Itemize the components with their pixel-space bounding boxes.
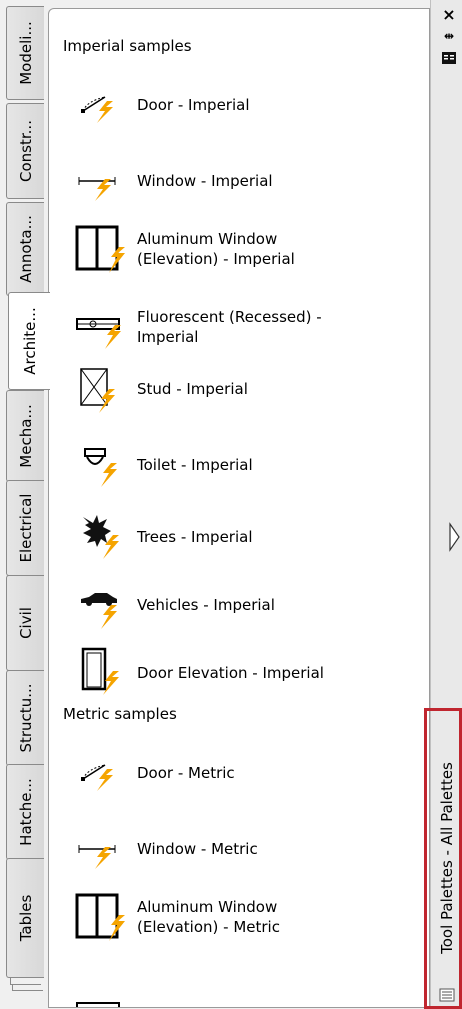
aluminum-window-elevation-icon	[75, 893, 125, 941]
tab-modeling[interactable]: Modeli...	[6, 6, 44, 100]
tool-label: Window - Metric	[137, 840, 258, 858]
tab-label: Modeli...	[16, 21, 35, 85]
palette-tab-strip: Modeli... Constr... Annota... Archite...…	[6, 6, 50, 1006]
tool-aluminum-window-imperial[interactable]: Aluminum Window (Elevation) - Imperial	[75, 225, 405, 275]
tool-door-imperial[interactable]: Door - Imperial	[75, 81, 405, 131]
palette-settings-icon[interactable]	[439, 988, 455, 1002]
tool-label: Door - Metric	[137, 764, 235, 782]
expand-arrow-icon[interactable]	[448, 522, 460, 552]
tool-door-metric[interactable]: Door - Metric	[75, 749, 405, 799]
tab-annotation[interactable]: Annota...	[6, 202, 44, 296]
fluorescent-light-icon	[76, 318, 121, 349]
door-elevation-icon	[81, 647, 119, 695]
properties-menu-icon[interactable]	[440, 50, 458, 66]
tab-label: Constr...	[16, 120, 35, 182]
close-icon[interactable]: ×	[440, 5, 458, 24]
tab-mechanical[interactable]: Mecha...	[6, 390, 44, 482]
palette-content: Imperial samples Door - Imperial Window …	[48, 8, 430, 1008]
tab-electrical[interactable]: Electrical	[6, 480, 44, 576]
tool-toilet-imperial[interactable]: Toilet - Imperial	[75, 441, 405, 491]
tool-label: (Elevation) - Imperial	[137, 250, 295, 268]
door-icon	[81, 764, 113, 791]
tab-constraints[interactable]: Constr...	[6, 103, 44, 199]
tab-label: Civil	[16, 607, 35, 639]
tool-label: Stud - Imperial	[137, 380, 248, 398]
tool-label: Toilet - Imperial	[137, 456, 253, 474]
tool-window-metric[interactable]: Window - Metric	[75, 825, 405, 875]
autohide-icon[interactable]: ⇹	[440, 28, 458, 44]
section-title-metric: Metric samples	[63, 705, 177, 723]
tool-label: Door Elevation - Imperial	[137, 664, 324, 682]
stud-icon	[80, 368, 115, 413]
vehicle-icon	[81, 593, 117, 629]
tab-tables[interactable]: Tables	[6, 858, 44, 978]
tool-label: Fluorescent (Recessed) -	[137, 308, 322, 326]
tool-fluorescent-imperial[interactable]: Fluorescent (Recessed) - Imperial	[75, 303, 405, 353]
tab-label: Hatche...	[16, 778, 35, 846]
tab-label: Structu...	[16, 683, 35, 753]
tab-label: Electrical	[16, 493, 35, 563]
toilet-icon	[84, 448, 117, 487]
tab-architectural[interactable]: Archite...	[8, 292, 50, 390]
tool-label: Door - Imperial	[137, 96, 250, 114]
section-title-imperial: Imperial samples	[63, 37, 192, 55]
tab-label: Archite...	[20, 307, 39, 375]
tool-partial-next[interactable]	[75, 973, 405, 1007]
window-icon	[78, 845, 116, 869]
door-icon	[81, 96, 113, 123]
tool-label: Vehicles - Imperial	[137, 596, 275, 614]
tab-hatches[interactable]: Hatche...	[6, 764, 44, 860]
stacked-tabs-indicator	[12, 984, 43, 991]
titlebar-highlight-box	[424, 708, 462, 1009]
tool-stud-imperial[interactable]: Stud - Imperial	[75, 365, 405, 415]
tool-label: Window - Imperial	[137, 172, 273, 190]
fluorescent-light-icon	[76, 1002, 120, 1007]
tool-label: Imperial	[137, 328, 199, 346]
tool-label: Aluminum Window	[137, 230, 278, 248]
tool-aluminum-window-metric[interactable]: Aluminum Window (Elevation) - Metric	[75, 893, 405, 943]
trees-icon	[83, 515, 119, 559]
tab-structural[interactable]: Structu...	[6, 670, 44, 766]
tab-label: Mecha...	[16, 404, 35, 468]
tab-civil[interactable]: Civil	[6, 575, 44, 671]
window-icon	[78, 177, 116, 201]
tool-trees-imperial[interactable]: Trees - Imperial	[75, 511, 405, 561]
tool-label: (Elevation) - Metric	[137, 918, 280, 936]
tool-window-imperial[interactable]: Window - Imperial	[75, 157, 405, 207]
tool-label: Trees - Imperial	[137, 528, 253, 546]
tab-label: Annota...	[16, 215, 35, 283]
tool-palette-window: Modeli... Constr... Annota... Archite...…	[0, 0, 462, 1009]
tool-vehicles-imperial[interactable]: Vehicles - Imperial	[75, 581, 405, 631]
aluminum-window-elevation-icon	[75, 225, 125, 273]
tool-label: Aluminum Window	[137, 898, 278, 916]
tool-door-elevation-imperial[interactable]: Door Elevation - Imperial	[75, 647, 405, 697]
tab-label: Tables	[16, 894, 35, 942]
